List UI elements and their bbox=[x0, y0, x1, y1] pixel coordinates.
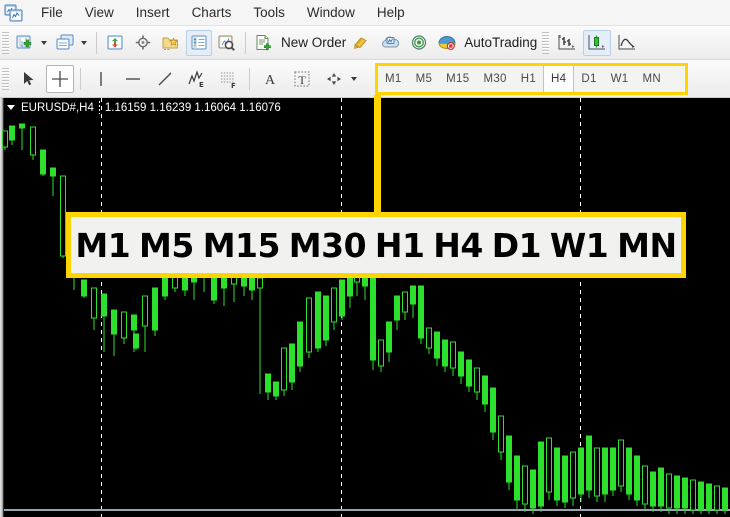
menu-item-help[interactable]: Help bbox=[366, 2, 416, 24]
chart-type-toolbar-grip[interactable] bbox=[542, 31, 550, 54]
trendline-tool[interactable] bbox=[151, 65, 179, 93]
horizontal-line-tool[interactable] bbox=[119, 65, 147, 93]
menu-item-window[interactable]: Window bbox=[296, 2, 366, 24]
shapes-dropdown-icon[interactable] bbox=[351, 76, 357, 81]
fibonacci-tool[interactable]: F bbox=[215, 65, 243, 93]
profiles-button[interactable] bbox=[53, 30, 79, 56]
bar-chart-button[interactable] bbox=[553, 30, 581, 56]
callout-connector-line bbox=[374, 95, 381, 215]
chart-area[interactable]: EURUSD#,H4 1.16159 1.16239 1.16064 1.160… bbox=[0, 98, 730, 517]
menu-item-insert[interactable]: Insert bbox=[125, 2, 181, 24]
chart-symbol-label: EURUSD#,H4 bbox=[21, 101, 94, 114]
profiles-dropdown-icon[interactable] bbox=[81, 40, 87, 45]
svg-text:F: F bbox=[231, 82, 236, 89]
svg-text:A: A bbox=[265, 73, 276, 88]
drawing-separator bbox=[249, 67, 250, 90]
callout-item-w1: W1 bbox=[549, 225, 609, 265]
timeframe-button-m15[interactable]: M15 bbox=[439, 66, 476, 92]
candlestick-chart-button[interactable] bbox=[583, 29, 612, 56]
market-watch-button[interactable] bbox=[102, 30, 128, 56]
new-order-label: New Order bbox=[281, 35, 347, 50]
ohlc-low: 1.16064 bbox=[194, 101, 236, 114]
crosshair-tool[interactable] bbox=[46, 64, 74, 93]
timeframe-button-d1[interactable]: D1 bbox=[574, 66, 603, 92]
timeframe-button-m5[interactable]: M5 bbox=[409, 66, 440, 92]
ohlc-high: 1.16239 bbox=[149, 101, 192, 114]
callout-item-m30: M30 bbox=[288, 225, 367, 265]
timeframe-button-w1[interactable]: W1 bbox=[604, 66, 636, 92]
metatrader-window: File View Insert Charts Tools Window Hel… bbox=[0, 0, 730, 517]
callout-item-d1: D1 bbox=[491, 225, 542, 265]
timeframe-button-h1[interactable]: H1 bbox=[514, 66, 543, 92]
callout-item-m5: M5 bbox=[139, 225, 194, 265]
timeframe-button-m30[interactable]: M30 bbox=[476, 66, 513, 92]
mql5-community-button[interactable] bbox=[378, 30, 404, 56]
autotrading-label: AutoTrading bbox=[464, 35, 538, 50]
ohlc-open: 1.16159 bbox=[104, 101, 147, 114]
ohlc-separator bbox=[98, 101, 100, 114]
callout-item-h4: H4 bbox=[433, 225, 483, 265]
new-chart-dropdown-icon[interactable] bbox=[41, 40, 47, 45]
elliott-wave-tool[interactable]: E bbox=[183, 65, 211, 93]
chart-symbol-header: EURUSD#,H4 1.16159 1.16239 1.16064 1.160… bbox=[7, 101, 281, 114]
menu-item-charts[interactable]: Charts bbox=[181, 2, 243, 24]
new-order-button[interactable] bbox=[251, 30, 277, 56]
timeframe-callout: M1 M5 M15 M30 H1 H4 D1 W1 MN bbox=[66, 212, 686, 278]
drawing-separator bbox=[80, 67, 81, 90]
callout-item-m1: M1 bbox=[75, 225, 131, 265]
toolbar-separator bbox=[245, 31, 246, 54]
cursor-tool[interactable] bbox=[14, 65, 42, 93]
menu-item-tools[interactable]: Tools bbox=[242, 2, 296, 24]
menu-item-view[interactable]: View bbox=[74, 2, 125, 24]
navigator-button[interactable] bbox=[158, 30, 184, 56]
timeframe-button-h4[interactable]: H4 bbox=[543, 66, 575, 92]
toolbar-grip[interactable] bbox=[2, 31, 9, 54]
callout-item-m15: M15 bbox=[202, 225, 281, 265]
ohlc-close: 1.16076 bbox=[239, 101, 281, 114]
terminal-button[interactable] bbox=[186, 29, 212, 56]
shapes-tool[interactable] bbox=[320, 65, 348, 93]
text-tool[interactable]: A bbox=[256, 65, 284, 93]
autotrading-button[interactable] bbox=[434, 30, 460, 56]
timeframe-toolbar: M1 M5 M15 M30 H1 H4 D1 W1 MN bbox=[375, 63, 688, 95]
candlestick-series bbox=[2, 123, 728, 514]
toolbar-separator bbox=[96, 31, 97, 54]
strategy-tester-button[interactable] bbox=[214, 30, 240, 56]
metaeditor-button[interactable] bbox=[350, 30, 376, 56]
drawing-toolbar-grip[interactable] bbox=[2, 67, 9, 90]
svg-text:E: E bbox=[199, 81, 204, 89]
menu-item-file[interactable]: File bbox=[30, 2, 74, 24]
new-chart-button[interactable] bbox=[13, 30, 39, 56]
callout-item-mn: MN bbox=[617, 225, 677, 265]
text-label-tool[interactable]: T bbox=[288, 65, 316, 93]
metatrader-app-icon bbox=[4, 4, 24, 22]
main-toolbar: New Order AutoTrading bbox=[0, 26, 730, 60]
menu-bar: File View Insert Charts Tools Window Hel… bbox=[0, 0, 730, 26]
vertical-line-tool[interactable] bbox=[87, 65, 115, 93]
crosshair-navigator-button[interactable] bbox=[130, 30, 156, 56]
signals-button[interactable] bbox=[406, 30, 432, 56]
callout-item-h1: H1 bbox=[374, 225, 425, 265]
timeframe-button-m1[interactable]: M1 bbox=[378, 66, 409, 92]
svg-text:T: T bbox=[298, 73, 306, 87]
chart-collapse-icon[interactable] bbox=[7, 105, 15, 110]
line-chart-button[interactable] bbox=[613, 30, 641, 56]
timeframe-button-mn[interactable]: MN bbox=[636, 66, 669, 92]
